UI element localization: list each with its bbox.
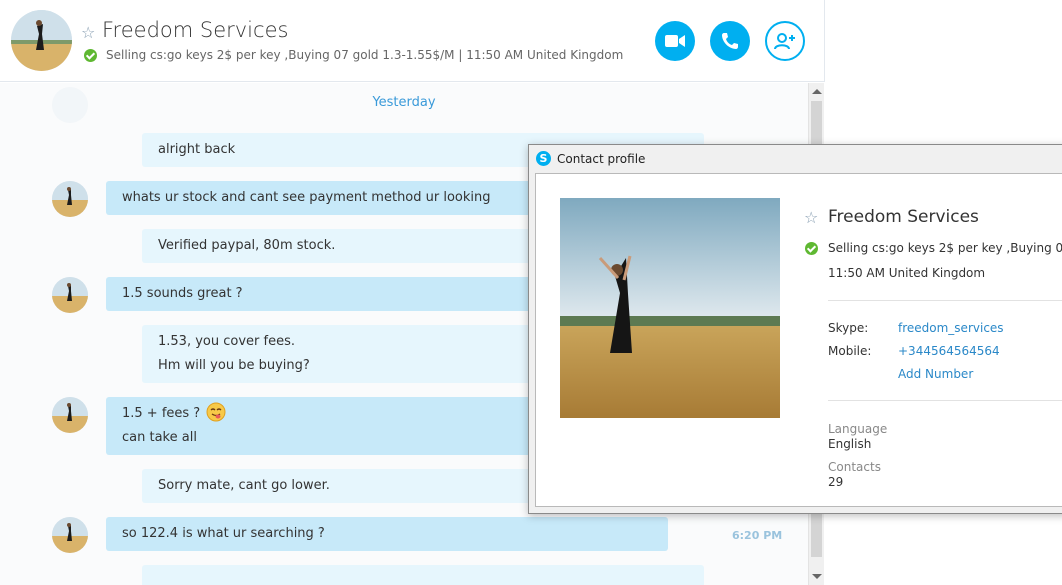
voice-call-button[interactable] [710, 21, 750, 61]
mobile-number-link[interactable]: +344564564564 [898, 344, 1000, 358]
divider [828, 400, 1062, 401]
favorite-star-icon[interactable]: ☆ [804, 210, 818, 226]
message-bubble[interactable]: Verified paypal, 80m stock. [142, 229, 536, 263]
contact-name: Freedom Services [102, 18, 289, 42]
message-text: 1.5 + fees ? [122, 406, 201, 421]
contacts-count: 29 [828, 475, 844, 489]
scroll-down-icon[interactable] [812, 574, 822, 579]
video-call-button[interactable] [655, 21, 695, 61]
message-text: Verified paypal, 80m stock. [158, 238, 336, 253]
mobile-label: Mobile: [828, 344, 872, 358]
message-bubble[interactable]: 1.5 sounds great ? [106, 277, 536, 311]
avatar [52, 87, 88, 123]
message-text: Sorry mate, cant go lower. [158, 478, 330, 493]
avatar[interactable] [52, 277, 88, 313]
message-text: so 122.4 is what ur searching ? [122, 526, 325, 541]
tongue-wink-emoji-icon [206, 402, 226, 422]
message-bubble[interactable]: Sorry mate, cant go lower. [142, 469, 536, 503]
avatar[interactable] [52, 397, 88, 433]
profile-content: ☆ Freedom Services Selling cs:go keys 2$… [535, 173, 1062, 507]
skype-id-link[interactable]: freedom_services [898, 321, 1004, 335]
window-title: Contact profile [557, 152, 646, 166]
language-value: English [828, 437, 872, 451]
contacts-label: Contacts [828, 460, 881, 474]
message-bubble[interactable]: whats ur stock and cant see payment meth… [106, 181, 536, 215]
skype-label: Skype: [828, 321, 869, 335]
message-text: whats ur stock and cant see payment meth… [122, 190, 491, 205]
add-person-icon [774, 33, 795, 50]
window-titlebar[interactable]: S Contact profile [529, 145, 1062, 173]
skype-logo-icon: S [536, 151, 551, 166]
message-text: Hm will you be buying? [158, 358, 310, 373]
profile-name: Freedom Services [828, 207, 979, 227]
message-text: can take all [122, 430, 197, 445]
contact-avatar[interactable] [11, 10, 72, 71]
profile-mood: Selling cs:go keys 2$ per key ,Buying 07… [828, 241, 1062, 255]
avatar[interactable] [52, 517, 88, 553]
add-number-link[interactable]: Add Number [898, 367, 973, 381]
avatar[interactable] [52, 181, 88, 217]
message-bubble[interactable] [142, 565, 704, 585]
chat-header: ☆ Freedom Services Selling cs:go keys 2$… [0, 0, 825, 82]
video-camera-icon [665, 35, 685, 47]
add-contact-button[interactable] [765, 21, 805, 61]
phone-icon [722, 33, 738, 49]
skype-window: ☆ Freedom Services Selling cs:go keys 2$… [0, 0, 1062, 585]
online-status-icon [805, 242, 818, 255]
message-text: 1.5 sounds great ? [122, 286, 243, 301]
message-bubble[interactable]: 1.5 + fees ? can take all [106, 397, 536, 455]
profile-photo [560, 198, 780, 418]
favorite-star-icon[interactable]: ☆ [81, 25, 95, 41]
online-status-icon [84, 49, 97, 62]
mood-message: Selling cs:go keys 2$ per key ,Buying 07… [106, 48, 624, 62]
contact-profile-window[interactable]: S Contact profile ☆ Freedom Services Sel… [528, 144, 1062, 514]
scroll-up-icon[interactable] [812, 89, 822, 94]
day-separator: Yesterday [372, 95, 436, 110]
message-timestamp: 6:20 PM [732, 529, 783, 542]
message-text: 1.53, you cover fees. [158, 334, 295, 349]
message-bubble[interactable]: 1.53, you cover fees. Hm will you be buy… [142, 325, 536, 383]
language-label: Language [828, 422, 888, 436]
divider [828, 300, 1062, 301]
message-bubble[interactable]: so 122.4 is what ur searching ? [106, 517, 668, 551]
profile-location: 11:50 AM United Kingdom [828, 266, 986, 280]
